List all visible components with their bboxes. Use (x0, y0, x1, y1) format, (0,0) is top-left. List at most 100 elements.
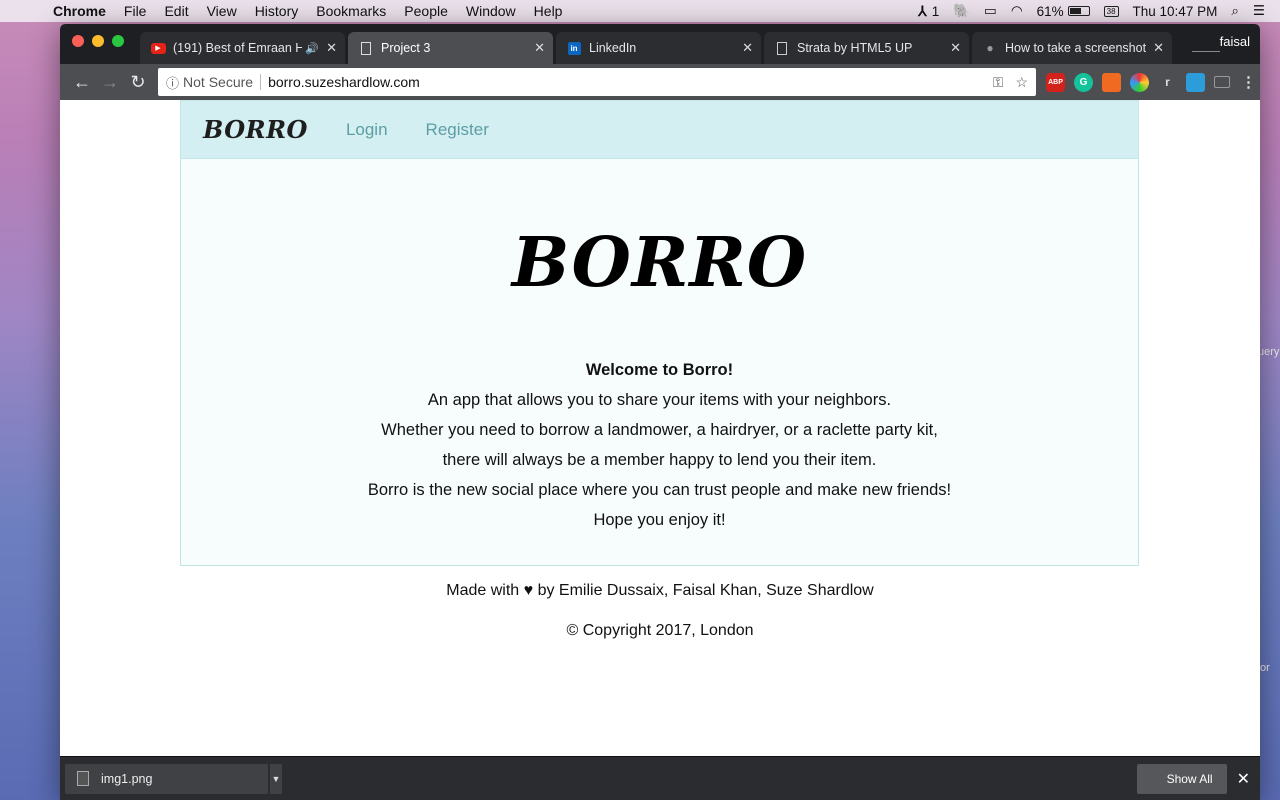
info-icon[interactable]: ⓘ (166, 73, 179, 92)
compass-icon[interactable] (1186, 72, 1205, 92)
web-page: BORRO Login Register BORRO Welcome to Bo… (60, 100, 1260, 756)
url-text[interactable]: borro.suzeshardlow.com (268, 74, 420, 90)
adobe-icon: ⅄ (918, 2, 927, 19)
close-tab-icon[interactable]: ✕ (1153, 40, 1164, 56)
menu-view[interactable]: View (198, 3, 246, 19)
menu-edit[interactable]: Edit (155, 3, 197, 19)
download-filename: img1.png (101, 771, 153, 786)
adobe-status[interactable]: ⅄ 1 (911, 3, 946, 20)
welcome-line: Welcome to Borro! (585, 361, 734, 379)
login-link[interactable]: Login (346, 120, 388, 140)
page-icon (774, 40, 790, 56)
battery-icon (1067, 6, 1090, 16)
copyright: © Copyright 2017, London (566, 622, 754, 639)
credits-line: Made with ♥ by Emilie Dussaix, Faisal Kh… (60, 582, 1260, 602)
welcome-line: An app that allows you to share your ite… (427, 391, 892, 409)
download-bar: img1.png ▼ Show All ✕ (60, 756, 1260, 800)
hero-title: BORRO (511, 223, 808, 303)
close-tab-icon[interactable]: ✕ (742, 40, 753, 56)
tab-youtube[interactable]: ▶ (191) Best of Emraan Ha 🔊 ✕ (140, 32, 345, 64)
grammarly-icon[interactable]: G (1074, 72, 1093, 92)
page-icon (358, 40, 374, 56)
back-arrow-icon[interactable]: ← (68, 68, 96, 96)
calendar-icon[interactable]: 38 (1097, 5, 1126, 17)
key-icon[interactable]: ⚿ (993, 74, 1004, 91)
profile-name[interactable]: faisal (1220, 34, 1250, 49)
close-window-button[interactable] (72, 35, 84, 47)
battery-percent: 61% (1036, 3, 1064, 19)
download-options-chevron-icon[interactable]: ▼ (270, 763, 282, 794)
menu-window[interactable]: Window (457, 3, 525, 19)
tab-project-3[interactable]: Project 3 ✕ (348, 32, 553, 64)
browser-window: ▶ (191) Best of Emraan Ha 🔊 ✕ Project 3 … (60, 24, 1260, 800)
close-download-bar-icon[interactable]: ✕ (1237, 769, 1250, 789)
new-tab-button[interactable] (1192, 38, 1220, 52)
airplay-icon[interactable]: ▭ (977, 3, 1004, 19)
welcome-text: Welcome to Borro! An app that allows you… (181, 355, 1138, 535)
site-footer: Made with ♥ by Emilie Dussaix, Faisal Kh… (60, 582, 1260, 662)
security-label: Not Secure (183, 74, 254, 90)
adblock-plus-icon[interactable]: ABP (1046, 72, 1065, 92)
audio-icon[interactable]: 🔊 (305, 42, 319, 55)
site-brand[interactable]: BORRO (203, 115, 308, 144)
menu-help[interactable]: Help (525, 3, 572, 19)
credits-authors: by Emilie Dussaix, Faisal Khan, Suze Sha… (537, 582, 874, 599)
show-all-downloads-button[interactable]: Show All (1136, 763, 1227, 794)
close-tab-icon[interactable]: ✕ (950, 40, 961, 56)
notification-center-icon[interactable]: ☰ (1246, 3, 1272, 19)
welcome-line: Borro is the new social place where you … (367, 481, 952, 499)
download-item[interactable]: img1.png (65, 763, 268, 794)
apple-icon: ● (986, 41, 994, 55)
browser-toolbar: ← → ↻ ⓘ Not Secure borro.suzeshardlow.co… (60, 64, 1260, 100)
spotlight-search-icon[interactable]: ⌕ (1224, 3, 1246, 19)
menu-people[interactable]: People (395, 3, 457, 19)
calendar-day: 38 (1103, 5, 1119, 17)
window-controls (72, 35, 124, 47)
minimize-window-button[interactable] (92, 35, 104, 47)
zoom-window-button[interactable] (112, 35, 124, 47)
tab-title: Project 3 (381, 41, 431, 55)
menu-bookmarks[interactable]: Bookmarks (307, 3, 395, 19)
youtube-icon: ▶ (150, 40, 166, 56)
reload-icon[interactable]: ↻ (124, 68, 152, 96)
tab-title: LinkedIn (589, 41, 637, 55)
close-tab-icon[interactable]: ✕ (534, 40, 545, 56)
clock[interactable]: Thu 10:47 PM (1126, 4, 1225, 19)
desktop-fragment: or (1260, 662, 1270, 674)
hero-panel: BORRO Welcome to Borro! An app that allo… (180, 159, 1139, 566)
extensions-area: ABP G r ⋮ (1046, 72, 1258, 92)
wifi-icon[interactable]: ◠ (1004, 3, 1030, 19)
macos-menu-bar: Chrome File Edit View History Bookmarks … (0, 0, 1280, 22)
chrome-menu-icon[interactable]: ⋮ (1239, 73, 1258, 92)
site-navbar: BORRO Login Register (180, 100, 1139, 159)
linkedin-icon: in (566, 40, 582, 56)
forward-arrow-icon[interactable]: → (96, 68, 124, 96)
address-divider (260, 74, 262, 90)
tab-title: How to take a screenshot o (1005, 41, 1146, 55)
address-bar[interactable]: ⓘ Not Secure borro.suzeshardlow.com ⚿ ☆ (158, 68, 1036, 96)
evernote-icon[interactable]: 🐘 (946, 3, 977, 19)
close-tab-icon[interactable]: ✕ (326, 40, 337, 56)
tab-strip: ▶ (191) Best of Emraan Ha 🔊 ✕ Project 3 … (60, 24, 1260, 64)
welcome-line: Hope you enjoy it! (593, 511, 726, 529)
tab-strata[interactable]: Strata by HTML5 UP ✕ (764, 32, 969, 64)
menu-app-chrome[interactable]: Chrome (44, 3, 115, 19)
extension-orange-icon[interactable] (1102, 72, 1121, 92)
menu-file[interactable]: File (115, 3, 156, 19)
tab-linkedin[interactable]: in LinkedIn ✕ (556, 32, 761, 64)
file-icon (77, 771, 89, 786)
tab-screenshot-howto[interactable]: ● How to take a screenshot o ✕ (972, 32, 1172, 64)
welcome-line: Whether you need to borrow a landmower, … (381, 421, 938, 439)
heart-icon: ♥ (523, 582, 534, 599)
extension-r-icon[interactable]: r (1158, 73, 1177, 92)
menu-history[interactable]: History (246, 3, 308, 19)
register-link[interactable]: Register (426, 120, 489, 140)
credits-prefix: Made with (446, 582, 520, 599)
color-picker-icon[interactable] (1130, 72, 1149, 92)
bookmark-star-icon[interactable]: ☆ (1015, 74, 1028, 91)
cast-icon[interactable] (1214, 76, 1230, 88)
tab-title: Strata by HTML5 UP (797, 41, 913, 55)
desktop-fragment: uery (1258, 346, 1280, 358)
tab-title: (191) Best of Emraan Ha (173, 41, 303, 55)
battery-status[interactable]: 61% (1030, 4, 1097, 19)
